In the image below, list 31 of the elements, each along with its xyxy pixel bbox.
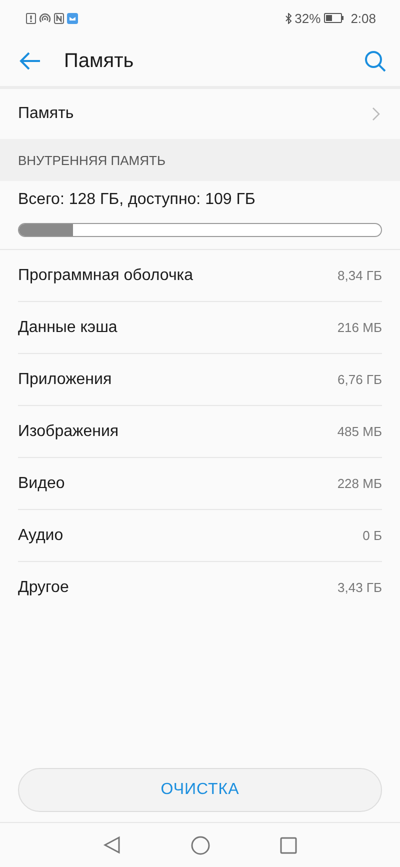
- alert-icon: [26, 12, 36, 24]
- category-size: 0 Б: [362, 528, 382, 543]
- category-size: 3,43 ГБ: [338, 580, 382, 595]
- battery-percent: 32%: [294, 10, 321, 26]
- page-title: Память: [64, 50, 135, 72]
- search-button[interactable]: [362, 48, 388, 74]
- hotspot-icon: [39, 12, 51, 24]
- storage-summary: Всего: 128 ГБ, доступно: 109 ГБ: [18, 191, 256, 209]
- memory-label: Память: [18, 105, 74, 123]
- chevron-icon: [372, 107, 380, 121]
- category-name: Другое: [18, 578, 69, 596]
- category-name: Приложения: [18, 370, 112, 388]
- app-icon: [67, 12, 78, 24]
- bluetooth-icon: [284, 12, 292, 24]
- recents-nav-icon[interactable]: [280, 836, 297, 854]
- category-size: 8,34 ГБ: [338, 268, 382, 283]
- category-name: Видео: [18, 474, 65, 492]
- back-nav-icon[interactable]: [103, 836, 121, 854]
- category-size: 228 МБ: [337, 476, 382, 491]
- category-size: 216 МБ: [337, 320, 382, 335]
- category-name: Аудио: [18, 526, 64, 544]
- home-nav-icon[interactable]: [191, 836, 210, 854]
- category-name: Данные кэша: [18, 318, 118, 336]
- section-header: ВНУТРЕННЯЯ ПАМЯТЬ: [18, 152, 166, 168]
- category-name: Изображения: [18, 422, 119, 440]
- category-size: 6,76 ГБ: [338, 372, 382, 387]
- clock: 2:08: [350, 10, 376, 26]
- category-name: Программная оболочка: [18, 266, 194, 284]
- battery-icon: [324, 13, 344, 23]
- nfc-icon: [54, 12, 64, 24]
- category-size: 485 МБ: [337, 424, 382, 439]
